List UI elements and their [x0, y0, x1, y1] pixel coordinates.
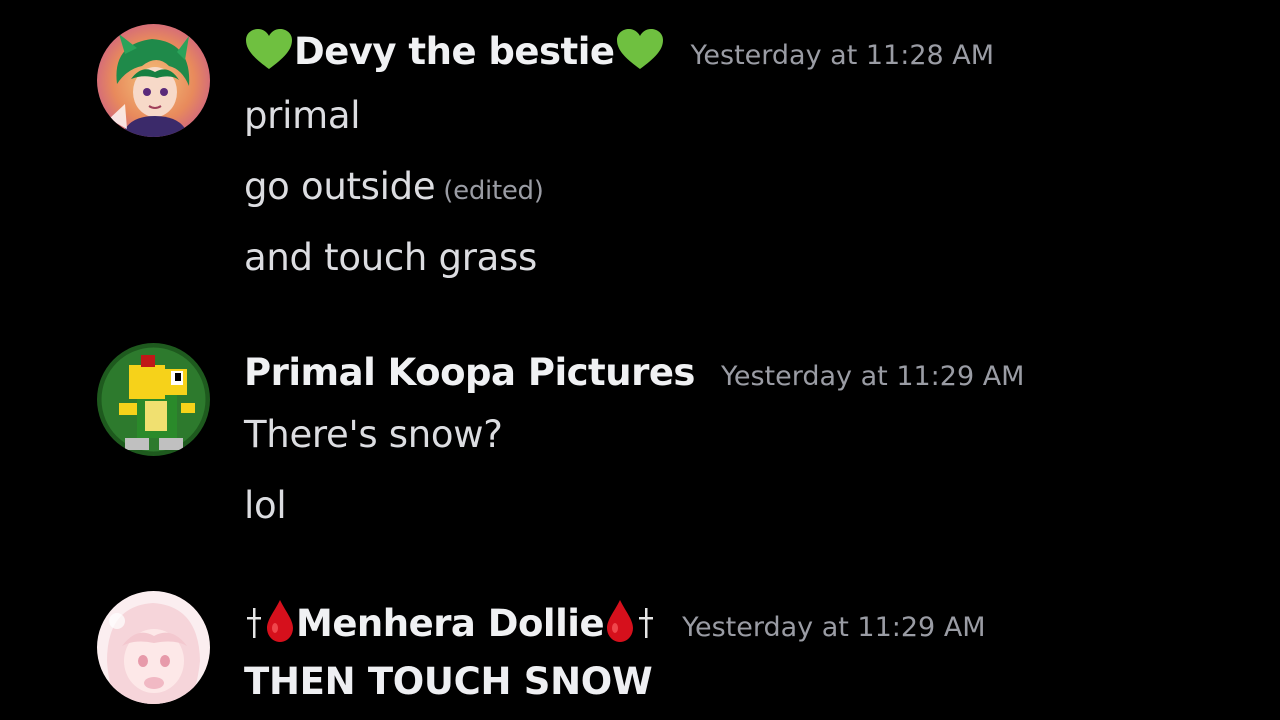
avatar-pink-anime-girl-icon	[97, 591, 210, 704]
username[interactable]: Primal Koopa Pictures	[244, 351, 695, 394]
message-text: primal	[244, 94, 361, 137]
message-header: Primal Koopa Pictures Yesterday at 11:29…	[244, 351, 1024, 394]
username[interactable]: Devy the bestie	[244, 28, 665, 73]
message-text: THEN TOUCH SNOW	[244, 660, 653, 703]
green-heart-icon	[246, 29, 292, 69]
avatar-pixel-koopa-icon	[97, 343, 210, 456]
username-text: Devy the bestie	[294, 30, 615, 73]
blood-drop-icon	[607, 600, 634, 642]
message-text-content: go outside	[244, 165, 436, 208]
message-text: and touch grass	[244, 236, 537, 279]
message-header: Menhera Dollie Yesterday at 11:29 AM	[244, 598, 986, 645]
dagger-icon	[247, 608, 261, 638]
avatar-green-hair-icon	[97, 24, 210, 137]
username-text: Menhera Dollie	[296, 602, 605, 645]
blood-drop-icon	[267, 600, 293, 642]
message-text: go outside (edited)	[244, 165, 544, 208]
avatar[interactable]	[97, 24, 210, 137]
dagger-icon	[639, 608, 654, 638]
timestamp: Yesterday at 11:29 AM	[682, 612, 986, 643]
avatar[interactable]	[97, 591, 210, 704]
username[interactable]: Menhera Dollie	[244, 598, 656, 645]
message-text: There's snow?	[244, 413, 503, 456]
message-text: lol	[244, 484, 287, 527]
green-heart-icon	[616, 29, 663, 69]
message-header: Devy the bestie Yesterday at 11:28 AM	[244, 28, 994, 73]
edited-label: (edited)	[443, 176, 544, 206]
timestamp: Yesterday at 11:29 AM	[720, 361, 1025, 392]
avatar[interactable]	[97, 343, 210, 456]
timestamp: Yesterday at 11:28 AM	[690, 40, 995, 71]
